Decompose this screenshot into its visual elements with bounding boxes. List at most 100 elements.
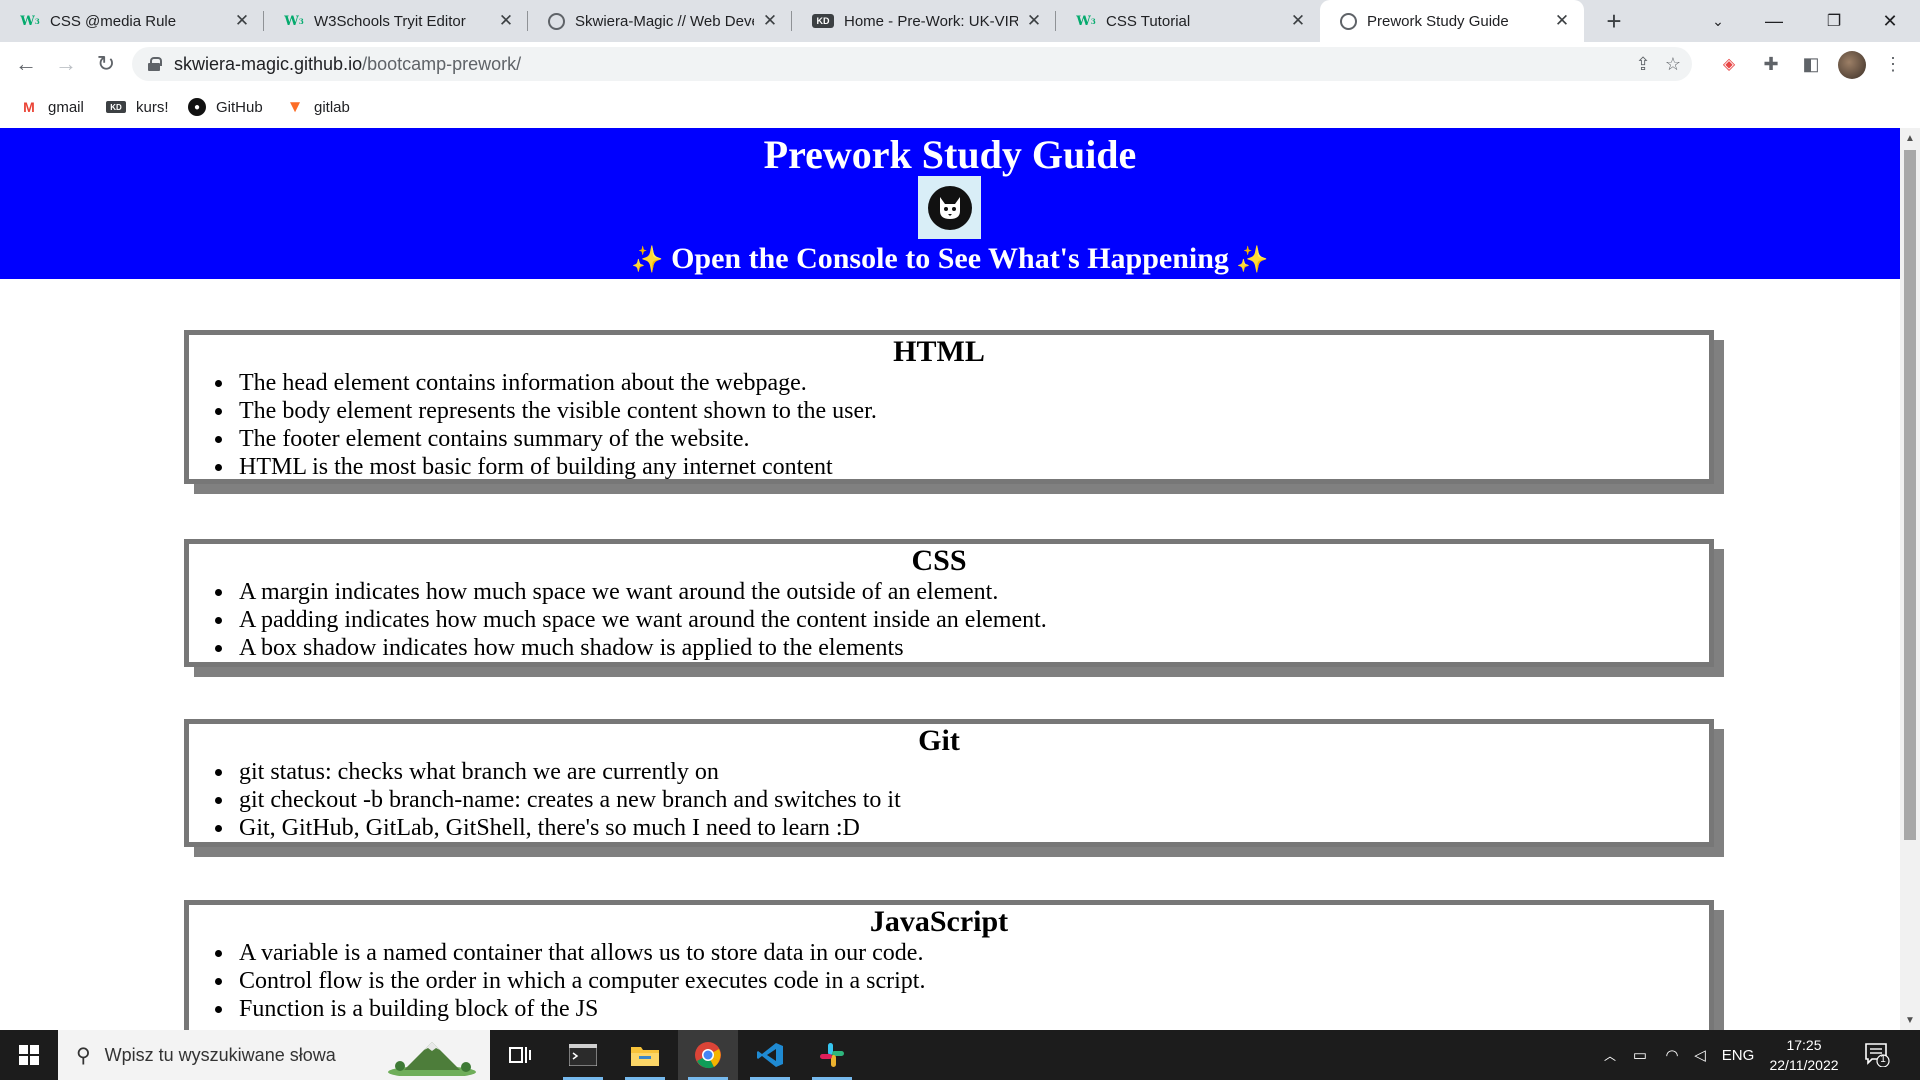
address-bar[interactable]: skwiera-magic.github.io/bootcamp-prework… bbox=[132, 47, 1692, 81]
notification-center-button[interactable]: 1 bbox=[1864, 1041, 1890, 1068]
extension-record-icon[interactable]: ◈ bbox=[1716, 51, 1742, 77]
bookmark-kurs[interactable]: KD kurs! bbox=[106, 96, 169, 118]
tab-title: CSS @media Rule bbox=[50, 12, 177, 30]
wifi-icon[interactable]: ◠ bbox=[1660, 1030, 1684, 1080]
gitlab-icon: ▼ bbox=[286, 97, 304, 116]
tab-css-media-rule[interactable]: W3 CSS @media Rule ✕ bbox=[0, 0, 264, 42]
task-view-icon bbox=[509, 1047, 531, 1063]
bookmark-gitlab[interactable]: ▼ gitlab bbox=[286, 96, 350, 118]
section-heading: HTML bbox=[893, 335, 985, 368]
list-item: Git, GitHub, GitLab, GitShell, there's s… bbox=[215, 814, 1689, 842]
section-list: A margin indicates how much space we wan… bbox=[189, 578, 1689, 662]
close-icon[interactable]: ✕ bbox=[1024, 11, 1044, 31]
avatar[interactable] bbox=[1838, 51, 1866, 79]
scroll-up-arrow-icon[interactable]: ▲ bbox=[1900, 128, 1920, 148]
tab-title: Home - Pre-Work: UK-VIRT bbox=[844, 12, 1018, 30]
list-item: Function is a building block of the JS bbox=[215, 995, 1689, 1023]
chrome-app[interactable] bbox=[678, 1030, 738, 1080]
page-title: Prework Study Guide bbox=[763, 132, 1137, 177]
tab-css-tutorial[interactable]: W3 CSS Tutorial ✕ bbox=[1056, 0, 1320, 42]
list-item: Control flow is the order in which a com… bbox=[215, 967, 1689, 995]
clock[interactable]: 17:25 22/11/2022 bbox=[1756, 1030, 1852, 1080]
terminal-app[interactable] bbox=[553, 1030, 613, 1080]
side-panel-icon[interactable]: ◧ bbox=[1798, 51, 1824, 77]
tab-search-icon[interactable]: ⌄ bbox=[1690, 0, 1746, 42]
list-item: HTML is the most basic form of building … bbox=[215, 453, 1689, 481]
start-button[interactable] bbox=[0, 1030, 58, 1080]
taskbar-search-box[interactable]: ⚲ Wpisz tu wyszukiwane słowa bbox=[58, 1030, 490, 1080]
extensions-puzzle-icon[interactable]: ✚ bbox=[1758, 51, 1784, 77]
github-icon: ● bbox=[188, 98, 206, 116]
scroll-down-arrow-icon[interactable]: ▼ bbox=[1900, 1010, 1920, 1030]
scroll-thumb[interactable] bbox=[1904, 150, 1916, 840]
url-text[interactable]: skwiera-magic.github.io/bootcamp-prework… bbox=[174, 54, 521, 75]
list-item: A margin indicates how much space we wan… bbox=[215, 578, 1689, 606]
forward-button[interactable]: → bbox=[52, 50, 80, 78]
tab-title: CSS Tutorial bbox=[1106, 12, 1191, 30]
w3schools-icon: W3 bbox=[284, 13, 304, 29]
list-item: The footer element contains summary of t… bbox=[215, 425, 1689, 453]
volume-icon[interactable]: ◁ bbox=[1688, 1030, 1712, 1080]
tab-strip: W3 CSS @media Rule ✕ W3 W3Schools Tryit … bbox=[0, 0, 1920, 42]
language-indicator[interactable]: ENG bbox=[1718, 1030, 1758, 1080]
w3schools-icon: W3 bbox=[1076, 13, 1096, 29]
share-icon[interactable]: ⇪ bbox=[1632, 53, 1654, 75]
close-icon[interactable]: ✕ bbox=[1288, 11, 1308, 31]
bookmark-github[interactable]: ● GitHub bbox=[188, 96, 263, 118]
close-icon[interactable]: ✕ bbox=[496, 11, 516, 31]
list-item: git status: checks what branch we are cu… bbox=[215, 758, 1689, 786]
windows-logo-icon bbox=[19, 1045, 39, 1065]
list-item: git checkout -b branch-name: creates a n… bbox=[215, 786, 1689, 814]
section-list: The head element contains information ab… bbox=[189, 369, 1689, 481]
bookmark-label: gmail bbox=[48, 98, 84, 116]
tab-prework-study-guide[interactable]: Prework Study Guide ✕ bbox=[1320, 0, 1584, 42]
bookmark-label: kurs! bbox=[136, 98, 169, 116]
minimize-button[interactable]: — bbox=[1746, 0, 1802, 42]
windows-taskbar: ⚲ Wpisz tu wyszukiwane słowa ︿ ▭ ◠ ◁ ENG… bbox=[0, 1030, 1920, 1080]
list-item: A variable is a named container that all… bbox=[215, 939, 1689, 967]
show-hidden-icons-chevron-icon[interactable]: ︿ bbox=[1598, 1030, 1622, 1080]
slack-app[interactable] bbox=[802, 1030, 862, 1080]
page-subtitle: ✨ Open the Console to See What's Happeni… bbox=[0, 241, 1900, 278]
tab-w3schools-tryit[interactable]: W3 W3Schools Tryit Editor ✕ bbox=[264, 0, 528, 42]
lock-icon[interactable] bbox=[148, 57, 162, 71]
search-placeholder: Wpisz tu wyszukiwane słowa bbox=[104, 1044, 336, 1065]
clock-time: 17:25 bbox=[1786, 1037, 1822, 1053]
tab-home-prework[interactable]: KD Home - Pre-Work: UK-VIRT ✕ bbox=[792, 0, 1056, 42]
url-path: /bootcamp-prework/ bbox=[362, 53, 522, 74]
globe-icon bbox=[1340, 12, 1357, 30]
section-heading: CSS bbox=[911, 544, 967, 577]
vscode-app[interactable] bbox=[740, 1030, 800, 1080]
file-explorer-app[interactable] bbox=[615, 1030, 675, 1080]
bookmark-star-icon[interactable]: ☆ bbox=[1662, 53, 1684, 75]
menu-kebab-icon[interactable]: ⋮ bbox=[1880, 51, 1906, 77]
notification-count: 1 bbox=[1880, 1054, 1886, 1065]
section-javascript: JavaScript A variable is a named contain… bbox=[184, 900, 1714, 1030]
bookmark-gmail[interactable]: M gmail bbox=[20, 96, 84, 118]
section-heading: JavaScript bbox=[869, 905, 1009, 938]
search-highlight-illustration-icon bbox=[388, 1042, 476, 1076]
close-icon[interactable]: ✕ bbox=[1552, 11, 1572, 31]
kodilla-icon: KD bbox=[106, 101, 126, 113]
w3schools-icon: W3 bbox=[20, 13, 40, 29]
tab-title: Skwiera-Magic // Web Deve bbox=[575, 12, 754, 30]
new-tab-button[interactable]: + bbox=[1598, 5, 1630, 37]
cat-face-icon bbox=[939, 196, 960, 219]
reload-button[interactable]: ↻ bbox=[92, 50, 120, 78]
page-scrollbar[interactable]: ▲ ▼ bbox=[1900, 128, 1920, 1030]
task-view-button[interactable] bbox=[490, 1030, 550, 1080]
bookmark-label: gitlab bbox=[314, 98, 350, 116]
list-item: A padding indicates how much space we wa… bbox=[215, 606, 1689, 634]
close-icon[interactable]: ✕ bbox=[232, 11, 252, 31]
restore-button[interactable]: ❐ bbox=[1806, 0, 1862, 42]
battery-icon[interactable]: ▭ bbox=[1628, 1030, 1652, 1080]
close-icon[interactable]: ✕ bbox=[760, 11, 780, 31]
tab-skwiera-magic[interactable]: Skwiera-Magic // Web Deve ✕ bbox=[528, 0, 792, 42]
section-html: HTML The head element contains informati… bbox=[184, 330, 1714, 484]
clock-date: 22/11/2022 bbox=[1769, 1057, 1839, 1073]
list-item: The head element contains information ab… bbox=[215, 369, 1689, 397]
subtitle-text: Open the Console to See What's Happening bbox=[671, 242, 1229, 275]
url-domain: skwiera-magic.github.io bbox=[174, 53, 363, 74]
back-button[interactable]: ← bbox=[12, 50, 40, 78]
close-window-button[interactable]: ✕ bbox=[1862, 0, 1918, 42]
